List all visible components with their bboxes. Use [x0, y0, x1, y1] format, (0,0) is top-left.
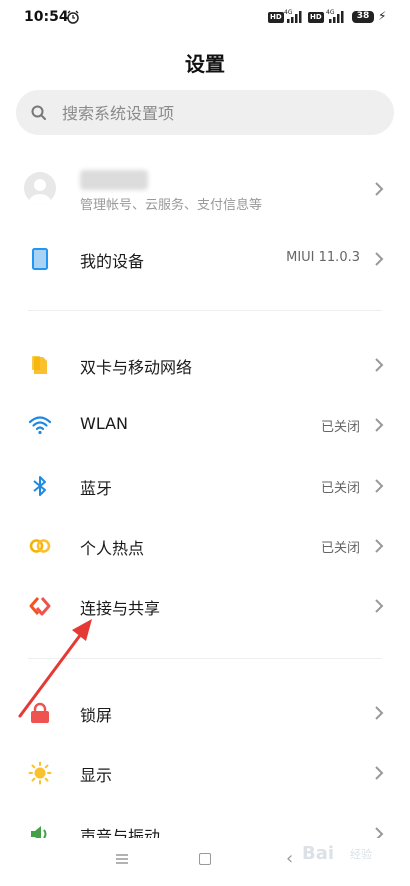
charging-icon: ⚡ — [378, 9, 387, 23]
search-bar[interactable] — [16, 90, 394, 137]
bluetooth-icon — [33, 476, 46, 496]
back-icon[interactable]: ‹ — [286, 850, 293, 868]
search-input[interactable] — [60, 90, 384, 137]
sound-vibration-label: 声音与振动 — [80, 827, 161, 838]
chevron-right-icon — [375, 766, 384, 780]
my-device-value: MIUI 11.0.3 — [286, 250, 360, 265]
lock-screen-row[interactable]: 锁屏 — [0, 685, 410, 741]
connection-sharing-row[interactable]: 连接与共享 — [0, 578, 410, 634]
alarm-icon — [67, 10, 79, 24]
clock: 10:54 — [24, 9, 69, 25]
hotspot-row[interactable]: 个人热点 已关闭 — [0, 518, 410, 574]
chevron-right-icon — [375, 182, 384, 196]
hotspot-label: 个人热点 — [80, 539, 145, 558]
connection-sharing-label: 连接与共享 — [80, 599, 161, 618]
lock-icon — [31, 702, 49, 723]
chevron-right-icon — [375, 252, 384, 266]
sim-network-label: 双卡与移动网络 — [80, 358, 193, 377]
chevron-right-icon — [375, 599, 384, 613]
avatar-icon — [29, 179, 51, 204]
chevron-right-icon — [375, 827, 384, 838]
connection-sharing-icon — [29, 597, 51, 616]
hd-badge-2: HD — [308, 12, 324, 23]
hotspot-icon — [29, 539, 51, 553]
display-label: 显示 — [80, 766, 113, 785]
section-divider — [28, 658, 382, 659]
battery-level: 38 — [356, 11, 370, 21]
avatar — [24, 172, 56, 204]
status-bar: 10:54 HD 4G HD 4G 38 ⚡ — [0, 0, 410, 36]
battery-icon: 38 — [352, 11, 374, 23]
account-name-redacted — [80, 170, 148, 190]
watermark-sub: 经验 — [350, 848, 372, 861]
sound-vibration-row[interactable]: 声音与振动 — [0, 806, 410, 838]
navigation-bar: ‹ — [0, 838, 410, 886]
device-icon — [32, 248, 48, 270]
sound-icon — [31, 826, 47, 838]
hotspot-status: 已关闭 — [320, 541, 360, 556]
bluetooth-status: 已关闭 — [320, 481, 360, 496]
chevron-right-icon — [375, 418, 384, 432]
my-device-label: 我的设备 — [80, 252, 145, 271]
home-button[interactable] — [199, 853, 211, 865]
chevron-right-icon — [375, 539, 384, 553]
signal-icon-1 — [287, 11, 302, 23]
display-brightness-icon — [28, 761, 52, 785]
hd-badge-1: HD — [268, 12, 284, 23]
account-row[interactable]: 管理帐号、云服务、支付信息等 — [0, 158, 410, 222]
lock-screen-label: 锁屏 — [80, 706, 113, 725]
wlan-label: WLAN — [80, 414, 129, 433]
watermark-brand: Bai — [302, 843, 335, 864]
chevron-right-icon — [375, 479, 384, 493]
my-device-row[interactable]: 我的设备 MIUI 11.0.3 — [0, 231, 410, 287]
signal-icon-2 — [329, 11, 344, 23]
section-divider — [28, 310, 382, 311]
sim-card-icon — [32, 356, 47, 374]
search-icon — [31, 105, 46, 120]
wlan-row[interactable]: WLAN 已关闭 — [0, 397, 410, 453]
wlan-status: 已关闭 — [320, 420, 360, 435]
sim-network-row[interactable]: 双卡与移动网络 — [0, 337, 410, 393]
page-title: 设置 — [185, 52, 225, 76]
chevron-right-icon — [375, 706, 384, 720]
chevron-right-icon — [375, 358, 384, 372]
menu-icon[interactable] — [116, 853, 128, 865]
display-row[interactable]: 显示 — [0, 745, 410, 801]
account-subtitle: 管理帐号、云服务、支付信息等 — [80, 198, 263, 213]
bluetooth-label: 蓝牙 — [80, 479, 113, 498]
wifi-icon — [28, 416, 52, 435]
bluetooth-row[interactable]: 蓝牙 已关闭 — [0, 458, 410, 514]
